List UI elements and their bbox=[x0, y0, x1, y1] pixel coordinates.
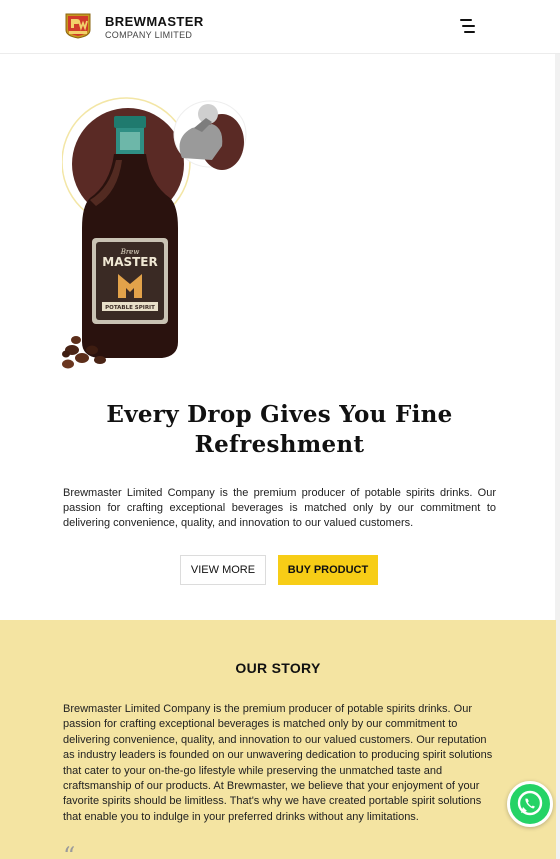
view-more-button[interactable]: VIEW MORE bbox=[180, 555, 266, 585]
bottle-label-sub: POTABLE SPIRIT bbox=[105, 305, 155, 311]
quote-icon: “ bbox=[63, 842, 76, 859]
hero-product-image: Brew MASTER POTABLE SPIRIT bbox=[61, 88, 252, 378]
bottle-label-main: MASTER bbox=[102, 255, 158, 269]
story-title: OUR STORY bbox=[235, 660, 321, 676]
our-story-section: OUR STORY Brewmaster Limited Company is … bbox=[0, 620, 556, 859]
whatsapp-icon[interactable] bbox=[507, 781, 553, 827]
brand-name[interactable]: BREWMASTER bbox=[105, 14, 204, 29]
brewmaster-logo-icon[interactable] bbox=[64, 11, 92, 39]
hamburger-menu-icon[interactable] bbox=[458, 18, 476, 34]
site-header: BREWMASTER COMPANY LIMITED bbox=[0, 0, 560, 54]
hero-intro-text: Brewmaster Limited Company is the premiu… bbox=[63, 487, 496, 529]
hero-headline: Every Drop Gives You Fine Refreshment bbox=[106, 401, 453, 458]
brand-subtitle: COMPANY LIMITED bbox=[105, 30, 193, 40]
story-text: Brewmaster Limited Company is the premiu… bbox=[63, 703, 493, 823]
buy-product-button[interactable]: BUY PRODUCT bbox=[278, 555, 378, 585]
